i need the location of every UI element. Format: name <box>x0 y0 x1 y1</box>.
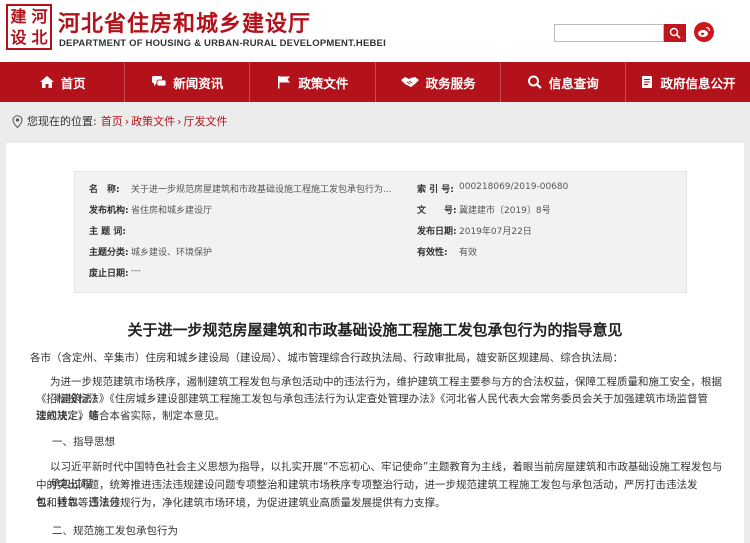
meta-value: 有效 <box>459 248 478 258</box>
nav-label: 政务服务 <box>425 75 476 91</box>
meta-label: 发布机构: <box>89 206 129 216</box>
meta-keywords: 主 题 词: <box>89 224 417 237</box>
meta-label: 发布日期: <box>417 227 457 237</box>
nav-label: 首页 <box>60 75 86 91</box>
meta-name: 名 称: 关于进一步规范房屋建筑和市政基础设施工程施工发包承包行为... <box>89 182 417 195</box>
breadcrumb-prefix: 您现在的位置: <box>27 115 97 128</box>
home-icon <box>39 76 54 88</box>
meta-value: --- <box>131 266 141 276</box>
search-icon <box>527 75 542 89</box>
meta-label: 主题分类: <box>89 248 129 258</box>
breadcrumb-separator: › <box>177 114 182 128</box>
breadcrumb-policy[interactable]: 政策文件 <box>131 113 175 129</box>
document-title: 关于进一步规范房屋建筑和市政基础设施工程施工发包承包行为的指导意见 <box>127 321 623 339</box>
nav-news[interactable]: 新闻资讯 <box>125 62 251 102</box>
site-header: 建 河 设 北 河北省住房和城乡建设厅 DEPARTMENT OF HOUSIN… <box>0 0 750 62</box>
flag-icon <box>278 76 291 89</box>
site-logo[interactable]: 建 河 设 北 <box>6 4 52 50</box>
document-recipients: 各市（含定州、辛集市）住房和城乡建设局（建设局）、城市管理综合行政执法局、行政审… <box>30 352 624 364</box>
nav-disclosure[interactable]: 政府信息公开 <box>626 62 750 102</box>
meta-row: 发布机构: 省住房和城乡建设厅 文 号: 冀建建市〔2019〕8号 <box>89 203 679 216</box>
meta-label: 有效性: <box>417 248 448 258</box>
meta-label: 主 题 词: <box>89 227 126 237</box>
logo-char: 设 <box>10 28 27 47</box>
nav-label: 政策文件 <box>298 75 349 91</box>
breadcrumb: 您现在的位置: 首页 › 政策文件 › 厅发文件 <box>12 113 228 129</box>
meta-label: 索 引 号: <box>417 185 454 195</box>
search-button[interactable] <box>664 24 686 42</box>
meta-label: 名 称: <box>89 185 120 195</box>
chat-icon <box>152 76 167 87</box>
section-heading: 二、规范施工发包承包行为 <box>52 525 178 537</box>
meta-org: 发布机构: 省住房和城乡建设厅 <box>89 203 417 216</box>
meta-value: 000218069/2019-00680 <box>459 182 569 192</box>
meta-value: 2019年07月22日 <box>459 227 532 237</box>
breadcrumb-home[interactable]: 首页 <box>101 113 123 129</box>
meta-value: 关于进一步规范房屋建筑和市政基础设施工程施工发包承包行为... <box>131 185 392 195</box>
logo-char: 建 <box>10 7 27 26</box>
search-input[interactable] <box>554 24 664 42</box>
weibo-button[interactable] <box>694 22 714 42</box>
document-meta: 名 称: 关于进一步规范房屋建筑和市政基础设施工程施工发包承包行为... 索 引… <box>74 171 687 293</box>
meta-label: 废止日期: <box>89 269 129 279</box>
meta-row: 主 题 词: 发布日期: 2019年07月22日 <box>89 224 679 237</box>
nav-label: 新闻资讯 <box>173 75 224 91</box>
nav-home[interactable]: 首页 <box>0 62 126 102</box>
paragraph-line: 法规规定，结合本省实际，制定本意见。 <box>36 410 225 422</box>
weibo-icon <box>698 26 711 37</box>
section-heading: 一、指导思想 <box>52 436 115 448</box>
meta-value: 冀建建市〔2019〕8号 <box>459 206 551 216</box>
paragraph-line: 包和挂靠等违法违规行为，净化建筑市场环境，为促进建筑业高质量发展提供有力支撑。 <box>36 497 446 509</box>
meta-row: 名 称: 关于进一步规范房屋建筑和市政基础设施工程施工发包承包行为... 索 引… <box>89 182 679 195</box>
nav-services[interactable]: 政务服务 <box>376 62 501 102</box>
meta-label: 文 号: <box>417 206 457 216</box>
logo-char: 北 <box>31 28 48 47</box>
document-icon <box>642 76 653 88</box>
site-title: 河北省住房和城乡建设厅 <box>58 12 312 37</box>
nav-label: 政府信息公开 <box>660 75 736 91</box>
location-icon <box>12 114 23 128</box>
meta-category: 主题分类: 城乡建设、环境保护 <box>89 245 417 258</box>
meta-docno: 文 号: 冀建建市〔2019〕8号 <box>417 203 551 216</box>
meta-repeal: 废止日期: --- <box>89 266 417 279</box>
meta-date: 发布日期: 2019年07月22日 <box>417 224 532 237</box>
site-subtitle: DEPARTMENT OF HOUSING & URBAN-RURAL DEVE… <box>59 38 386 49</box>
nav-query[interactable]: 信息查询 <box>501 62 626 102</box>
meta-validity: 有效性: 有效 <box>417 245 477 258</box>
meta-row: 废止日期: --- <box>89 266 679 279</box>
handshake-icon <box>400 77 419 87</box>
meta-value: 城乡建设、环境保护 <box>131 248 213 258</box>
main-nav: 首页 新闻资讯 政策文件 政务服务 信息查询 政府信息公开 <box>0 62 750 102</box>
nav-policy[interactable]: 政策文件 <box>250 62 376 102</box>
logo-char: 河 <box>31 7 48 26</box>
search-icon <box>669 27 681 39</box>
nav-label: 信息查询 <box>548 75 599 91</box>
content-panel: 名 称: 关于进一步规范房屋建筑和市政基础设施工程施工发包承包行为... 索 引… <box>6 143 744 543</box>
meta-row: 主题分类: 城乡建设、环境保护 有效性: 有效 <box>89 245 679 258</box>
meta-index: 索 引 号: 000218069/2019-00680 <box>417 182 568 195</box>
breadcrumb-current[interactable]: 厅发文件 <box>184 113 228 129</box>
meta-value: 省住房和城乡建设厅 <box>131 206 213 216</box>
breadcrumb-separator: › <box>124 114 130 128</box>
